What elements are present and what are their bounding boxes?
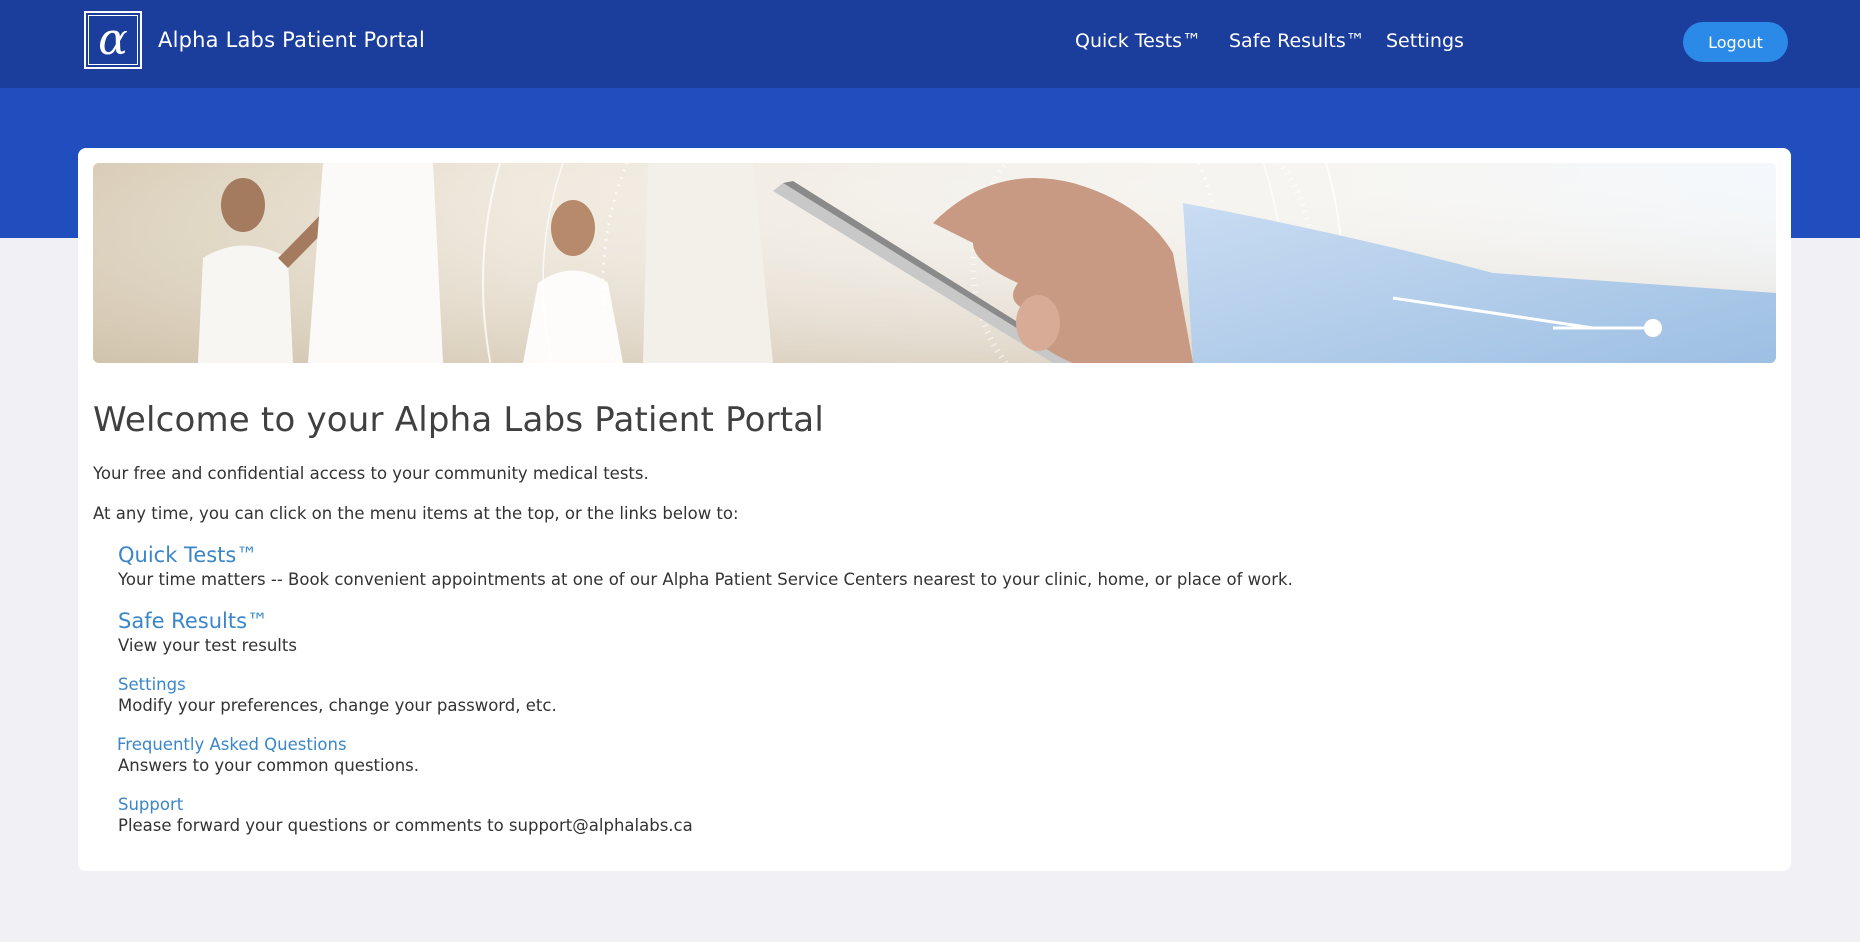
logout-button[interactable]: Logout xyxy=(1683,22,1788,62)
instructions-text: At any time, you can click on the menu i… xyxy=(93,504,739,523)
welcome-card: Welcome to your Alpha Labs Patient Porta… xyxy=(78,148,1791,871)
link-faq[interactable]: Frequently Asked Questions xyxy=(117,735,347,754)
alpha-logo[interactable]: α xyxy=(84,11,142,69)
quick-tests-description: Your time matters -- Book convenient app… xyxy=(118,570,1293,589)
link-support[interactable]: Support xyxy=(118,795,183,814)
nav-safe-results[interactable]: Safe Results™ xyxy=(1229,30,1365,52)
settings-description: Modify your preferences, change your pas… xyxy=(118,696,557,715)
app-title[interactable]: Alpha Labs Patient Portal xyxy=(158,28,425,52)
link-settings[interactable]: Settings xyxy=(118,675,186,694)
nav-quick-tests[interactable]: Quick Tests™ xyxy=(1075,30,1201,52)
link-quick-tests[interactable]: Quick Tests™ xyxy=(118,543,257,567)
faq-description: Answers to your common questions. xyxy=(118,756,420,775)
nav-settings[interactable]: Settings xyxy=(1386,30,1464,52)
support-description: Please forward your questions or comment… xyxy=(118,816,693,835)
link-safe-results[interactable]: Safe Results™ xyxy=(118,609,268,633)
page-title: Welcome to your Alpha Labs Patient Porta… xyxy=(93,400,824,440)
intro-text: Your free and confidential access to you… xyxy=(93,464,649,483)
safe-results-description: View your test results xyxy=(118,636,297,655)
hero-banner-image xyxy=(93,163,1776,363)
alpha-logo-glyph: α xyxy=(88,15,138,65)
